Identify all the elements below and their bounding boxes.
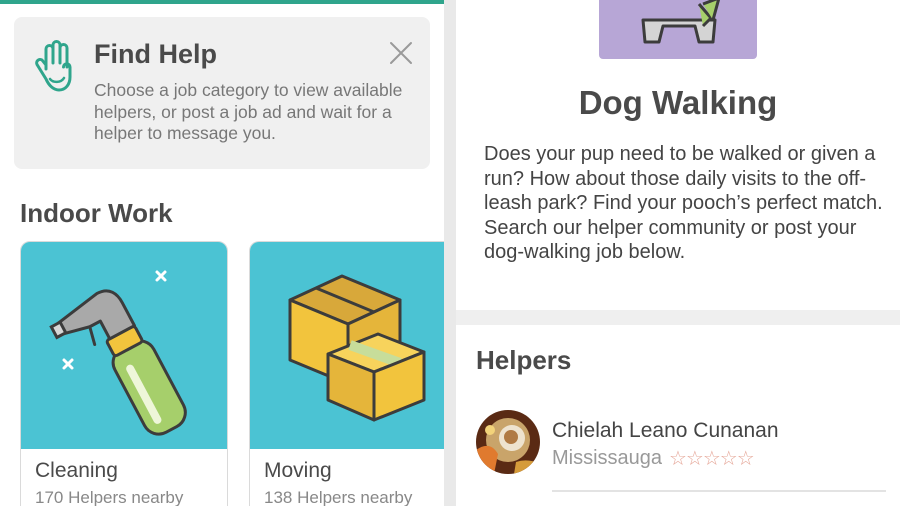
find-help-screen: Find Help Choose a job category to view …	[0, 0, 444, 506]
category-name: Moving	[264, 459, 332, 482]
raised-hand-icon	[35, 40, 72, 92]
find-help-title: Find Help	[94, 39, 217, 69]
indoor-work-heading: Indoor Work	[20, 198, 173, 228]
category-detail-description: Does your pup need to be walked or given…	[484, 143, 883, 264]
find-help-description: Choose a job category to view available …	[94, 80, 403, 143]
category-helper-count: 138 Helpers nearby	[264, 488, 413, 506]
category-card-cleaning[interactable]: Cleaning 170 Helpers nearby	[20, 241, 228, 506]
category-detail-title: Dog Walking	[578, 84, 778, 121]
header-accent-bar	[0, 0, 444, 4]
dog-walking-screen: Dog Walking Does your pup need to be wal…	[456, 0, 900, 506]
helper-list-item[interactable]: Chielah Leano Cunanan Mississauga ☆☆☆☆☆	[476, 408, 896, 498]
dog-walking-image	[599, 0, 757, 59]
moving-boxes-icon	[288, 274, 426, 422]
helper-location: Mississauga	[552, 447, 663, 469]
helpers-heading: Helpers	[476, 345, 572, 375]
list-divider	[552, 490, 886, 492]
category-card-moving[interactable]: Moving 138 Helpers nearby	[249, 241, 444, 506]
star-rating: ☆☆☆☆☆	[669, 448, 755, 470]
close-icon[interactable]	[389, 41, 413, 65]
helper-name: Chielah Leano Cunanan	[552, 419, 779, 442]
category-name: Cleaning	[35, 459, 118, 482]
find-help-banner: Find Help Choose a job category to view …	[14, 17, 430, 169]
category-image	[21, 242, 227, 449]
avatar	[476, 410, 540, 474]
section-divider	[456, 310, 900, 325]
spray-bottle-icon	[49, 270, 187, 436]
category-helper-count: 170 Helpers nearby	[35, 488, 184, 506]
category-image	[250, 242, 444, 449]
dog-icon	[641, 0, 721, 44]
